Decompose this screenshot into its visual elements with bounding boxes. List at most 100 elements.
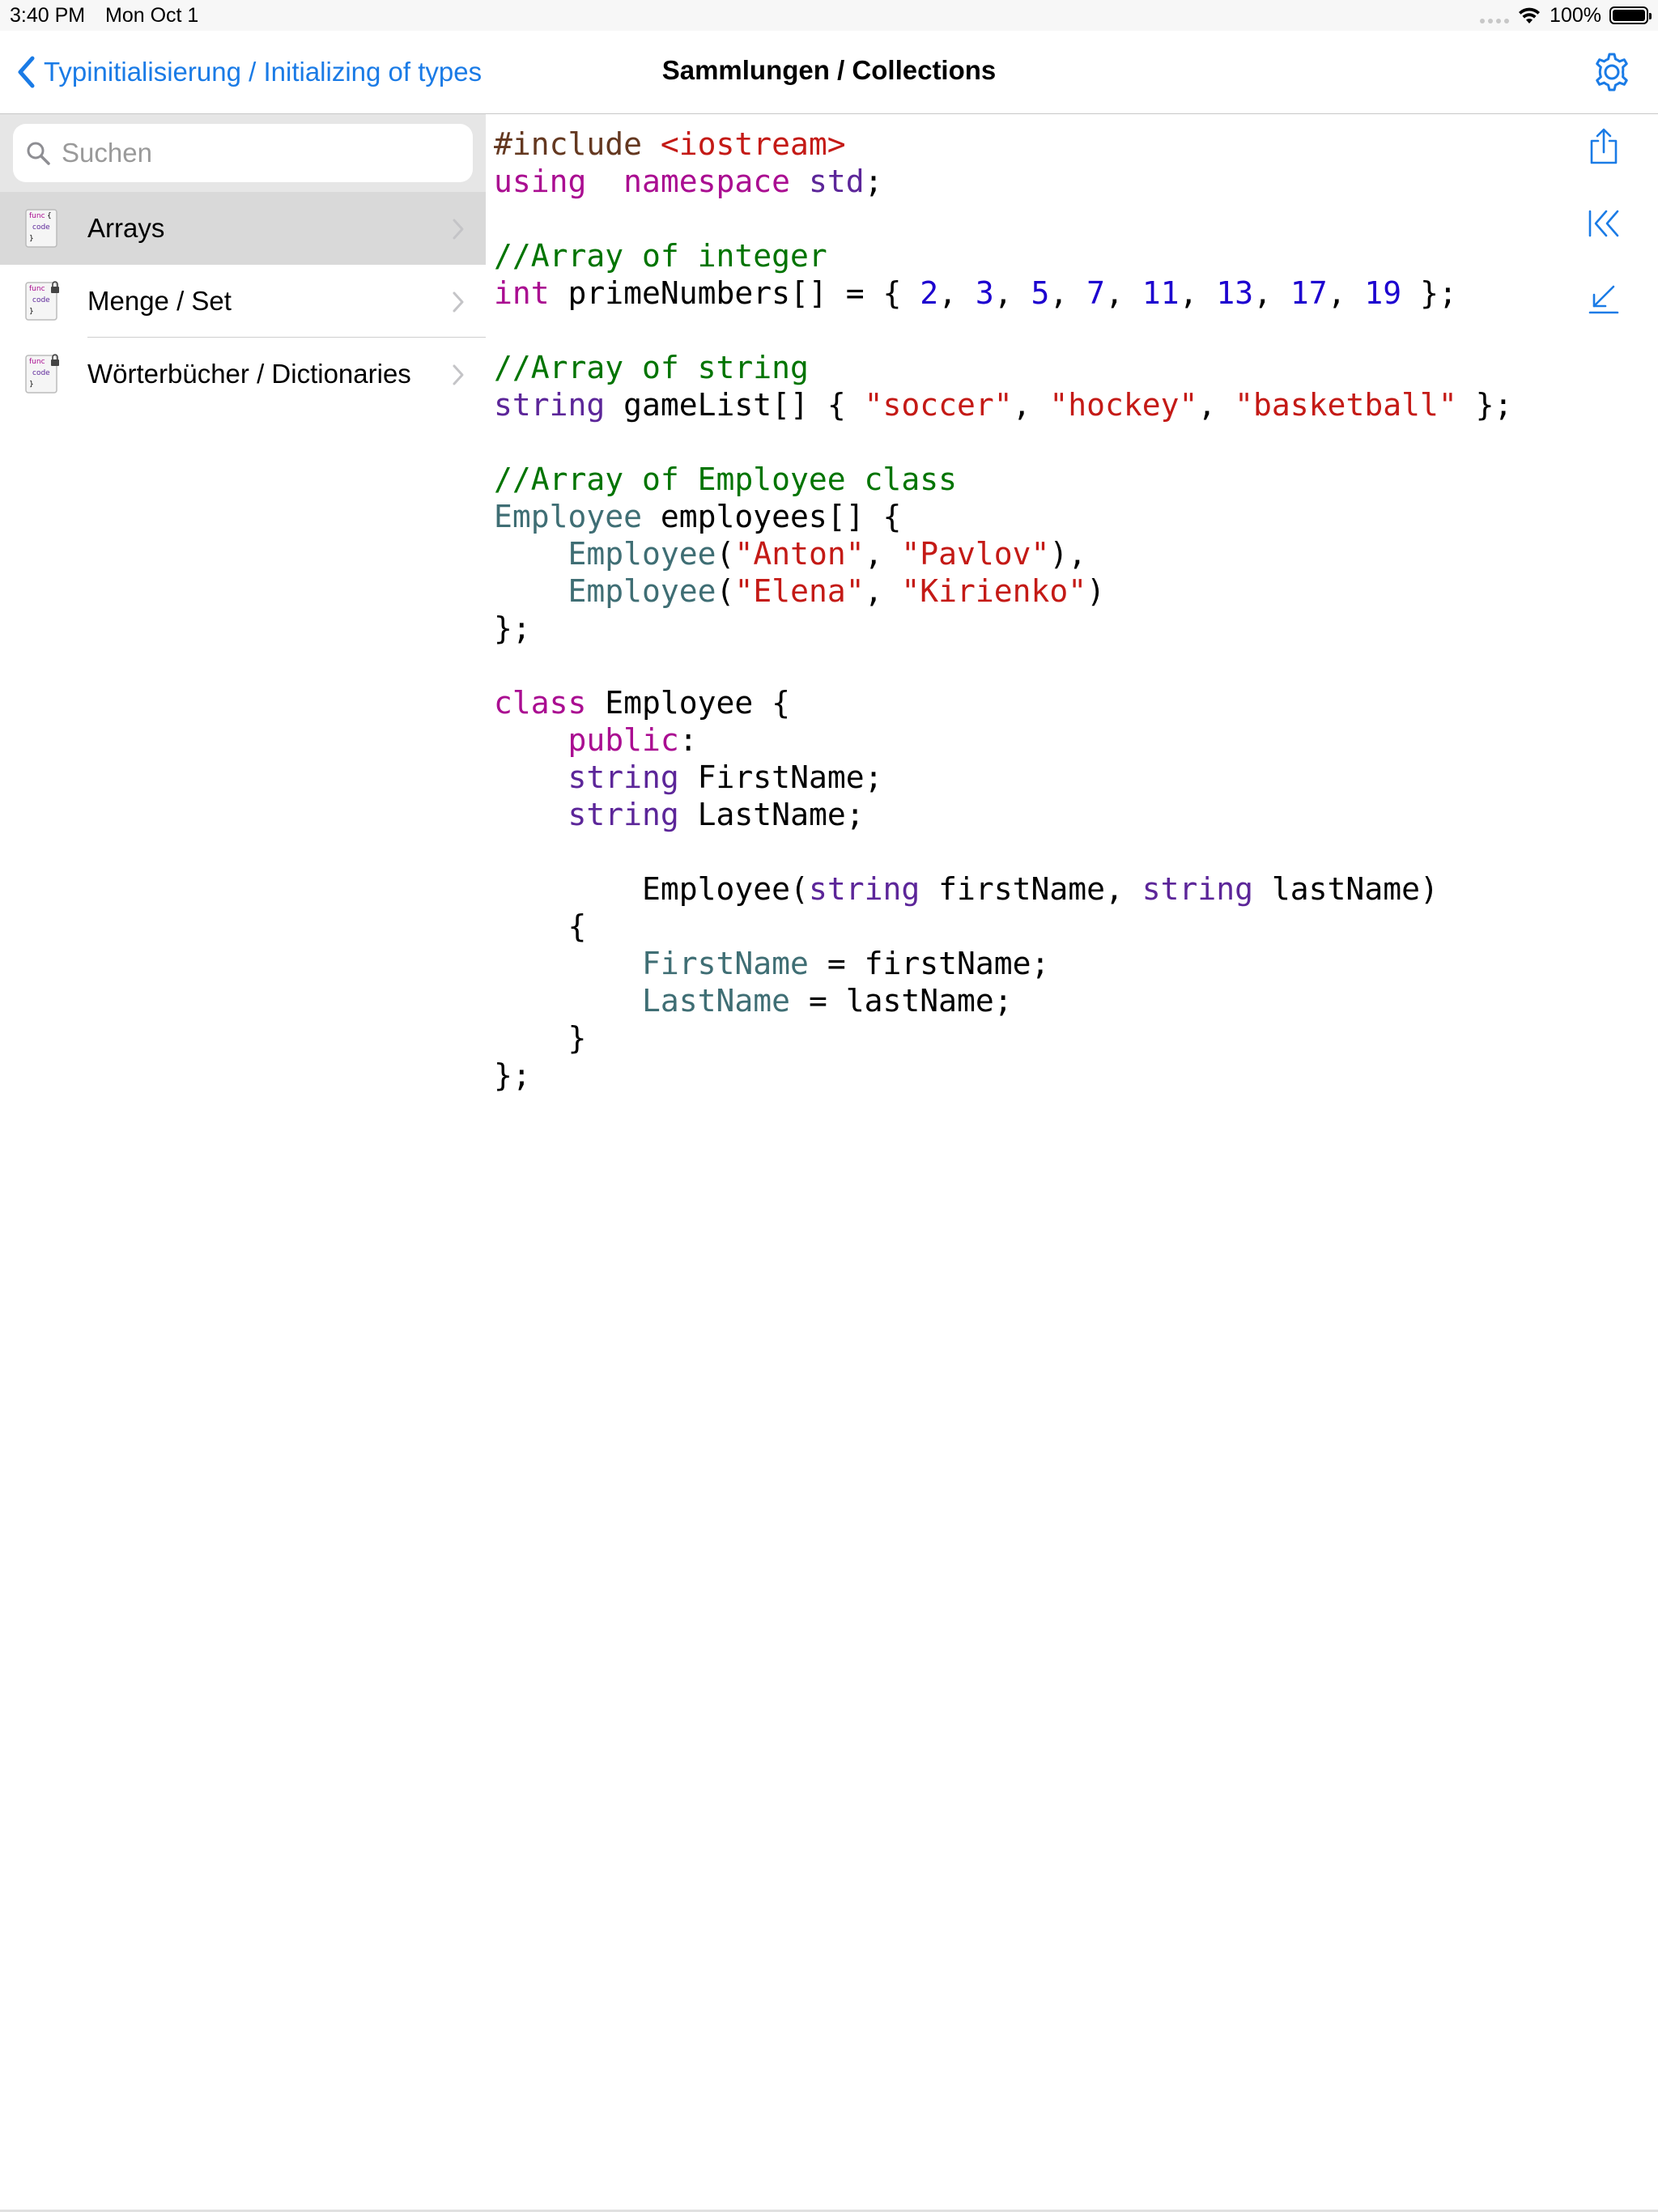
code-token: "Kirienko" [901, 573, 1087, 609]
code-line: Employee(string firstName, string lastNa… [494, 870, 1562, 908]
code-token: , [1049, 275, 1087, 311]
share-icon[interactable] [1585, 128, 1622, 165]
chevron-left-icon [18, 56, 35, 88]
code-token: FirstName [642, 946, 809, 981]
first-page-icon[interactable] [1585, 205, 1622, 242]
code-token: primeNumbers[] = { [549, 275, 920, 311]
code-token: Employee [568, 573, 716, 609]
code-token: , [1253, 275, 1290, 311]
code-token: //Array of Employee class [494, 462, 957, 497]
gear-icon[interactable] [1590, 50, 1634, 94]
code-token: std [808, 164, 865, 199]
code-token: Employee [568, 536, 716, 572]
code-token: , [1105, 275, 1142, 311]
code-line: LastName = lastName; [494, 982, 1562, 1019]
code-token: public [568, 722, 679, 758]
code-token: Employee [494, 499, 643, 534]
code-token: }; [1401, 275, 1457, 311]
code-token: lastName) [1253, 871, 1439, 907]
code-token: Employee { [586, 685, 791, 721]
code-token: 3 [975, 275, 994, 311]
code-token: ( [716, 573, 735, 609]
list-item-dictionaries[interactable]: func code } Wörterbücher / Dictionaries [0, 338, 486, 410]
code-token: LastName [642, 983, 791, 1019]
status-indicators: 100% [1480, 2, 1652, 28]
code-token: FirstName; [678, 759, 883, 795]
code-token: 11 [1141, 275, 1180, 311]
thumb-open-brace: { [47, 212, 52, 220]
navigation-bar: Typinitialisierung / Initializing of typ… [0, 31, 1658, 114]
code-line: string LastName; [494, 796, 1562, 833]
code-token: //Array of string [494, 350, 809, 385]
code-line: }; [494, 610, 1562, 647]
code-token: , [1197, 387, 1235, 423]
code-token: using [494, 164, 587, 199]
code-token: 13 [1216, 275, 1254, 311]
code-token: : [678, 722, 698, 758]
thumb-close-brace: } [29, 381, 34, 389]
thumb-func: func [29, 212, 45, 220]
search-input[interactable] [60, 137, 452, 169]
code-line: }; [494, 1057, 1562, 1094]
code-token: , [1012, 387, 1050, 423]
wifi-icon [1519, 7, 1541, 23]
thumb-code: code [32, 369, 50, 377]
thumb-close-brace: } [29, 235, 34, 243]
status-bar: 3:40 PM Mon Oct 1 100% [0, 0, 1658, 31]
code-token: string [568, 759, 679, 795]
code-token: ) [1086, 573, 1106, 609]
code-token: "basketball" [1235, 387, 1457, 423]
jump-down-icon[interactable] [1585, 280, 1622, 317]
code-token: = lastName; [790, 983, 1013, 1019]
code-token: , [864, 573, 902, 609]
code-token: Employee( [494, 871, 809, 907]
code-line: public: [494, 721, 1562, 759]
chevron-right-icon [453, 364, 464, 385]
code-token: }; [494, 610, 531, 646]
code-token: , [938, 275, 976, 311]
back-button[interactable]: Typinitialisierung / Initializing of typ… [16, 55, 482, 89]
code-line: #include <iostream> [494, 125, 1562, 163]
code-token: , [864, 536, 902, 572]
code-token: ( [716, 536, 735, 572]
code-line: FirstName = firstName; [494, 945, 1562, 982]
code-token: 19 [1364, 275, 1402, 311]
code-token: } [494, 1020, 587, 1056]
code-token: "hockey" [1049, 387, 1198, 423]
search-icon [27, 142, 50, 165]
code-token: 17 [1290, 275, 1328, 311]
code-token: { [494, 908, 587, 944]
code-doc-locked-icon: func code } [25, 354, 59, 393]
code-token: = firstName; [808, 946, 1050, 981]
list-item-arrays[interactable]: func { code } Arrays [0, 192, 486, 265]
code-token: LastName; [678, 797, 865, 832]
code-token: class [494, 685, 587, 721]
thumb-func: func [29, 358, 45, 366]
code-token: , [993, 275, 1031, 311]
code-token: 2 [920, 275, 939, 311]
list-item-label: Menge / Set [87, 286, 232, 316]
code-line: Employee("Elena", "Kirienko") [494, 572, 1562, 610]
list-item-label: Wörterbücher / Dictionaries [87, 359, 411, 389]
code-token: string [808, 871, 920, 907]
code-line: //Array of integer [494, 237, 1562, 274]
code-line: string gameList[] { "soccer", "hockey", … [494, 386, 1562, 423]
code-token: string [568, 797, 679, 832]
code-token: string [494, 387, 606, 423]
code-token: }; [1456, 387, 1513, 423]
sidebar: func { code } Arrays func code } Menge /… [0, 114, 486, 2212]
code-line: //Array of Employee class [494, 461, 1562, 498]
thumb-close-brace: } [29, 308, 34, 316]
search-field[interactable] [13, 124, 473, 182]
code-line: Employee("Anton", "Pavlov"), [494, 535, 1562, 572]
code-token: "soccer" [864, 387, 1013, 423]
list-item-set[interactable]: func code } Menge / Set [0, 265, 486, 338]
